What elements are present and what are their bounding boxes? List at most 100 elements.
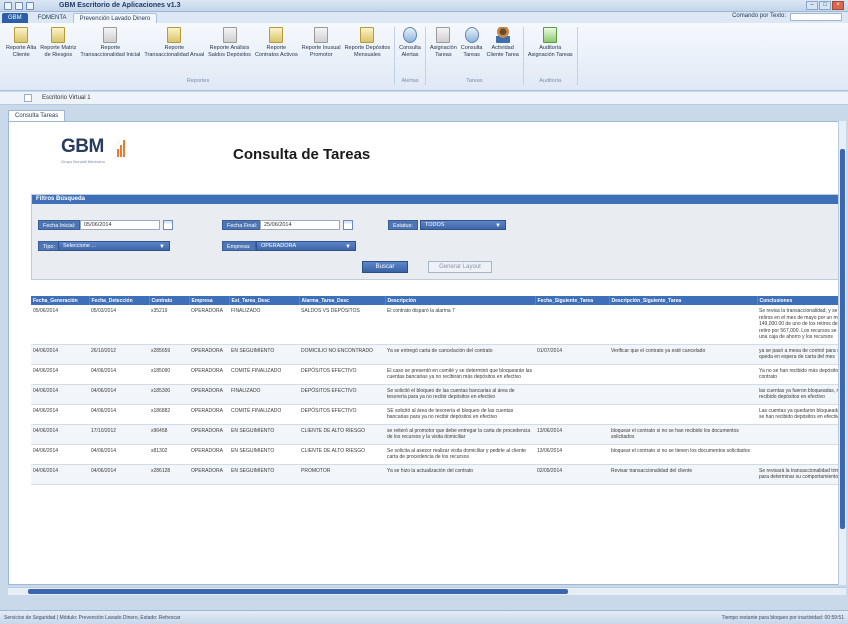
calendar-icon[interactable] [343,220,353,230]
table-cell: 04/06/2014 [89,464,149,485]
reporte-inusual-promotor-button[interactable]: Reporte Inusual Promotor [300,27,343,75]
navigation-bar: Escritorio Virtual 1 [0,92,848,105]
app-menu-button[interactable]: GBM [2,13,28,23]
ribbon-group-reportes: Reporte Alta Cliente Reporte Matriz de R… [2,27,396,85]
report-icon [269,27,284,43]
buscar-button[interactable]: Buscar [362,261,408,273]
report-icon [360,27,375,43]
table-row[interactable]: 04/06/2014 04/06/2014 x186882 OPERADORA COMI… [31,404,843,425]
table-cell: 05/06/2014 [31,305,89,345]
table-cell: CLIENTE DE ALTO RIESGO [299,444,385,465]
column-header[interactable]: Conclusiones [757,296,843,305]
table-cell: El caso se presentó en comité y se deter… [385,364,535,385]
empresa-select[interactable]: OPERADORA ▼ [256,241,356,251]
table-cell: OPERADORA [189,424,229,445]
table-cell: 04/06/2014 [31,344,89,365]
vertical-scrollbar[interactable] [838,121,846,585]
tab-consulta-tareas[interactable]: Consulta Tareas [8,110,66,121]
table-cell: FINALIZADO [229,384,299,405]
consulta-tareas-button[interactable]: Consulta Tareas [459,27,485,75]
table-cell: 04/06/2014 [89,404,149,425]
title-bar: GBM Escritorio de Aplicaciones v1.3 – □ … [0,0,848,12]
save-icon[interactable] [15,1,23,10]
column-header[interactable]: Descripción [385,296,536,305]
tipo-select[interactable]: Seleccione ... ▼ [58,241,170,251]
maximize-button[interactable]: □ [819,1,831,10]
table-cell: 04/06/2014 [31,364,89,385]
dropdown-arrow-icon: ▼ [159,244,165,250]
table-row[interactable]: 04/06/2014 17/10/2012 x96458 OPERADORA EN SE… [31,424,843,445]
table-body: 05/06/2014 05/03/2014 x35219 OPERADORA FINAL… [31,305,843,485]
tipo-label: Tipo: [38,241,61,251]
table-row[interactable]: 04/06/2014 04/06/2014 x185300 OPERADORA FINA… [31,384,843,405]
scrollbar-thumb[interactable] [840,149,845,529]
column-header[interactable]: Descripción_Siguiente_Tarea [609,296,758,305]
column-header[interactable]: Fecha_Generación [31,296,90,305]
audit-icon [543,27,558,43]
estatus-value: TODOS [425,222,445,228]
fecha-final-input[interactable]: 25/06/2014 [260,220,340,230]
table-row[interactable]: 04/06/2014 26/10/2012 x285659 OPERADORA EN S… [31,344,843,365]
reporte-alta-cliente-button[interactable]: Reporte Alta Cliente [4,27,38,75]
horizontal-scrollbar[interactable] [8,587,846,595]
home-icon[interactable] [24,94,32,102]
estatus-label: Estatus: [388,220,418,230]
column-header[interactable]: Fecha_Siguiente_Tarea [535,296,610,305]
report-icon [51,27,66,43]
tab-fomenta[interactable]: FOMENTA [32,13,73,23]
table-cell: bloquear el contrato si no se tienen los… [609,444,757,465]
table-cell: OPERADORA [189,344,229,365]
consulta-alertas-button[interactable]: Consulta Alertas [397,27,423,75]
nav-breadcrumb[interactable]: Escritorio Virtual 1 [32,95,91,101]
tab-prevencion-lavado[interactable]: Prevención Lavado Dinero [72,13,158,23]
column-header[interactable]: Alarma_Tarea_Desc [299,296,386,305]
column-header[interactable]: Empresa [189,296,230,305]
reporte-transaccionalidad-inicial-button[interactable]: Reporte Transaccionalidad Inicial [78,27,142,75]
table-cell: Ya no se han recibido más depósitos del … [757,364,843,385]
table-row[interactable]: 04/06/2014 04/06/2014 x286128 OPERADORA EN S… [31,464,843,485]
asignacion-tareas-button[interactable]: Asignación Tareas [428,27,459,75]
column-header[interactable]: Est_Tarea_Desc [229,296,300,305]
table-cell: 13/06/2014 [535,424,609,445]
command-search-input[interactable] [790,13,842,21]
actividad-cliente-tarea-button[interactable]: Actividad Cliente Tarea [485,27,521,75]
table-cell: EN SEGUIMIENTO [229,424,299,445]
column-header[interactable]: Contrato [149,296,190,305]
scrollbar-thumb[interactable] [28,589,568,594]
reporte-matriz-riesgos-button[interactable]: Reporte Matriz de Riesgos [38,27,78,75]
app-icon[interactable] [4,1,12,10]
calendar-icon[interactable] [163,220,173,230]
minimize-button[interactable]: – [806,1,818,10]
auditoria-asignacion-button[interactable]: Auditoría Asignación Tareas [526,27,575,75]
fecha-inicial-input[interactable]: 05/06/2014 [80,220,160,230]
estatus-select[interactable]: TODOS ▼ [420,220,506,230]
table-row[interactable]: 04/06/2014 04/06/2014 x81302 OPERADORA EN SE… [31,444,843,465]
close-button[interactable]: × [832,1,844,10]
table-cell: 04/06/2014 [31,424,89,445]
reporte-transaccionalidad-anual-button[interactable]: Reporte Transaccionalidad Anual [142,27,206,75]
column-header[interactable]: Fecha_Detección [89,296,150,305]
reporte-contratos-activos-button[interactable]: Reporte Contratos Activos [253,27,300,75]
table-row[interactable]: 05/06/2014 05/03/2014 x35219 OPERADORA FINAL… [31,305,843,345]
reporte-analisis-saldos-button[interactable]: Reporte Análisis Saldos Depósitos [206,27,253,75]
table-cell: ya se pasó a mesa de control para su baj… [757,344,843,365]
table-cell: OPERADORA [189,444,229,465]
table-cell: EN SEGUIMIENTO [229,344,299,365]
ribbon: Reporte Alta Cliente Reporte Matriz de R… [0,23,848,91]
table-cell: x96458 [149,424,189,445]
table-cell: DEPÓSITOS EFECTIVO [299,384,385,405]
table-cell: OPERADORA [189,464,229,485]
table-cell: x185300 [149,384,189,405]
tipo-value: Seleccione ... [63,243,97,249]
table-cell [535,384,609,405]
table-cell: Se revisa la transaccionalidad, y se ubi… [757,305,843,345]
table-cell: x185090 [149,364,189,385]
person-icon [495,27,510,43]
reporte-depositos-mensuales-button[interactable]: Reporte Depósitos Mensuales [343,27,393,75]
undo-icon[interactable] [26,1,34,10]
table-row[interactable]: 04/06/2014 04/06/2014 x185090 OPERADORA COMI… [31,364,843,385]
company-logo: GBM Grupo Bursátil Mexicano [61,136,125,164]
report-icon [222,27,237,43]
table-cell: 05/03/2014 [89,305,149,345]
generar-layout-button[interactable]: Generar Layout [428,261,492,273]
